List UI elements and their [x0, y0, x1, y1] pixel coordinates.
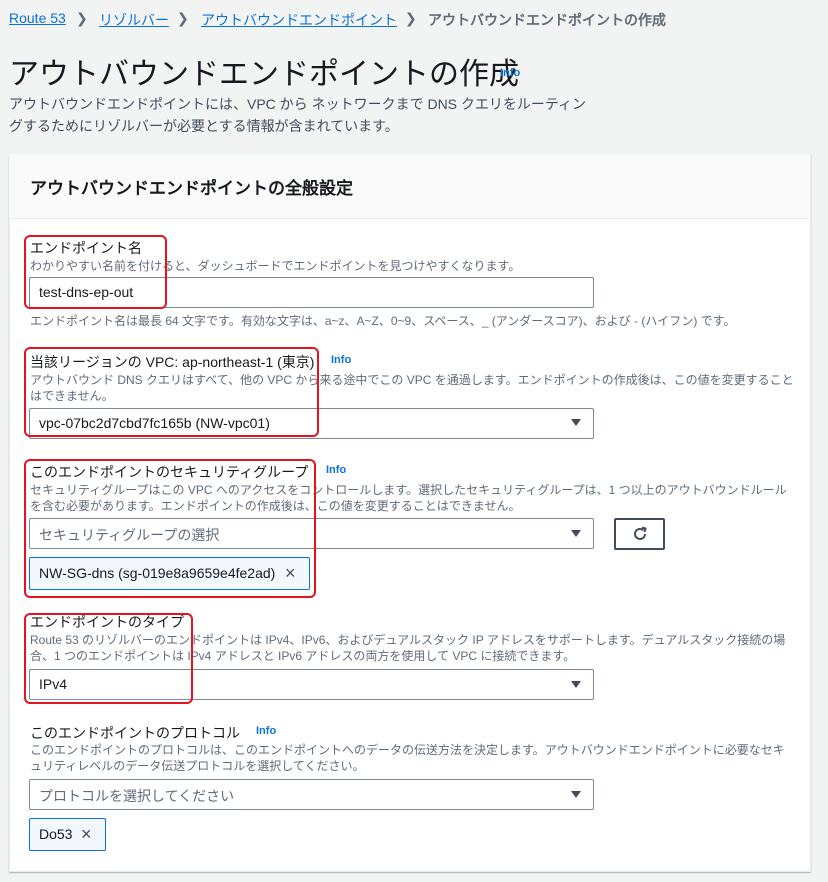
page-description: アウトバウンドエンドポイントには、VPC から ネットワークまで DNS クエリ… — [9, 96, 587, 134]
caret-down-icon — [571, 530, 581, 537]
vpc-info-link[interactable]: Info — [331, 354, 351, 366]
page-title: アウトバウンドエンドポイントの作成 — [9, 58, 519, 91]
protocol-info-link[interactable]: Info — [256, 725, 276, 737]
breadcrumb-outbound-endpoints[interactable]: アウトバウンドエンドポイント — [201, 10, 397, 30]
caret-down-icon — [571, 419, 581, 426]
protocol-select[interactable]: プロトコルを選択してください — [29, 779, 594, 810]
refresh-icon — [634, 526, 647, 540]
breadcrumb-resolver[interactable]: リゾルバー — [99, 10, 169, 30]
protocol-placeholder: プロトコルを選択してください — [39, 788, 235, 804]
refresh-button[interactable] — [614, 518, 665, 550]
annotation-box — [24, 347, 319, 437]
endpoint-name-constraint: エンドポイント名は最長 64 文字です。有効な文字は、a~z、A~Z、0~9、ス… — [30, 314, 736, 328]
annotation-box — [24, 613, 193, 704]
panel-title: アウトバウンドエンドポイントの全般設定 — [30, 179, 353, 198]
security-group-info-link[interactable]: Info — [326, 464, 346, 476]
page-info-link[interactable]: Info — [500, 67, 520, 79]
close-icon[interactable]: × — [81, 825, 92, 843]
annotation-box — [24, 459, 316, 598]
protocol-token: Do53 — [29, 818, 106, 851]
protocol-help: このエンドポイントのプロトコルは、このエンドポイントへのデータの伝送方法を決定し… — [30, 743, 785, 773]
breadcrumb-separator: ❯ — [405, 10, 417, 26]
breadcrumb-route53[interactable]: Route 53 — [9, 10, 66, 26]
caret-down-icon — [571, 791, 581, 798]
caret-down-icon — [571, 681, 581, 688]
protocol-label: このエンドポイントのプロトコル — [30, 725, 240, 741]
protocol-token-label: Do53 — [39, 826, 73, 842]
annotation-box — [24, 235, 167, 309]
breadcrumb-current: アウトバウンドエンドポイントの作成 — [428, 12, 666, 28]
breadcrumb-separator: ❯ — [76, 10, 88, 26]
breadcrumb-separator: ❯ — [177, 10, 189, 26]
